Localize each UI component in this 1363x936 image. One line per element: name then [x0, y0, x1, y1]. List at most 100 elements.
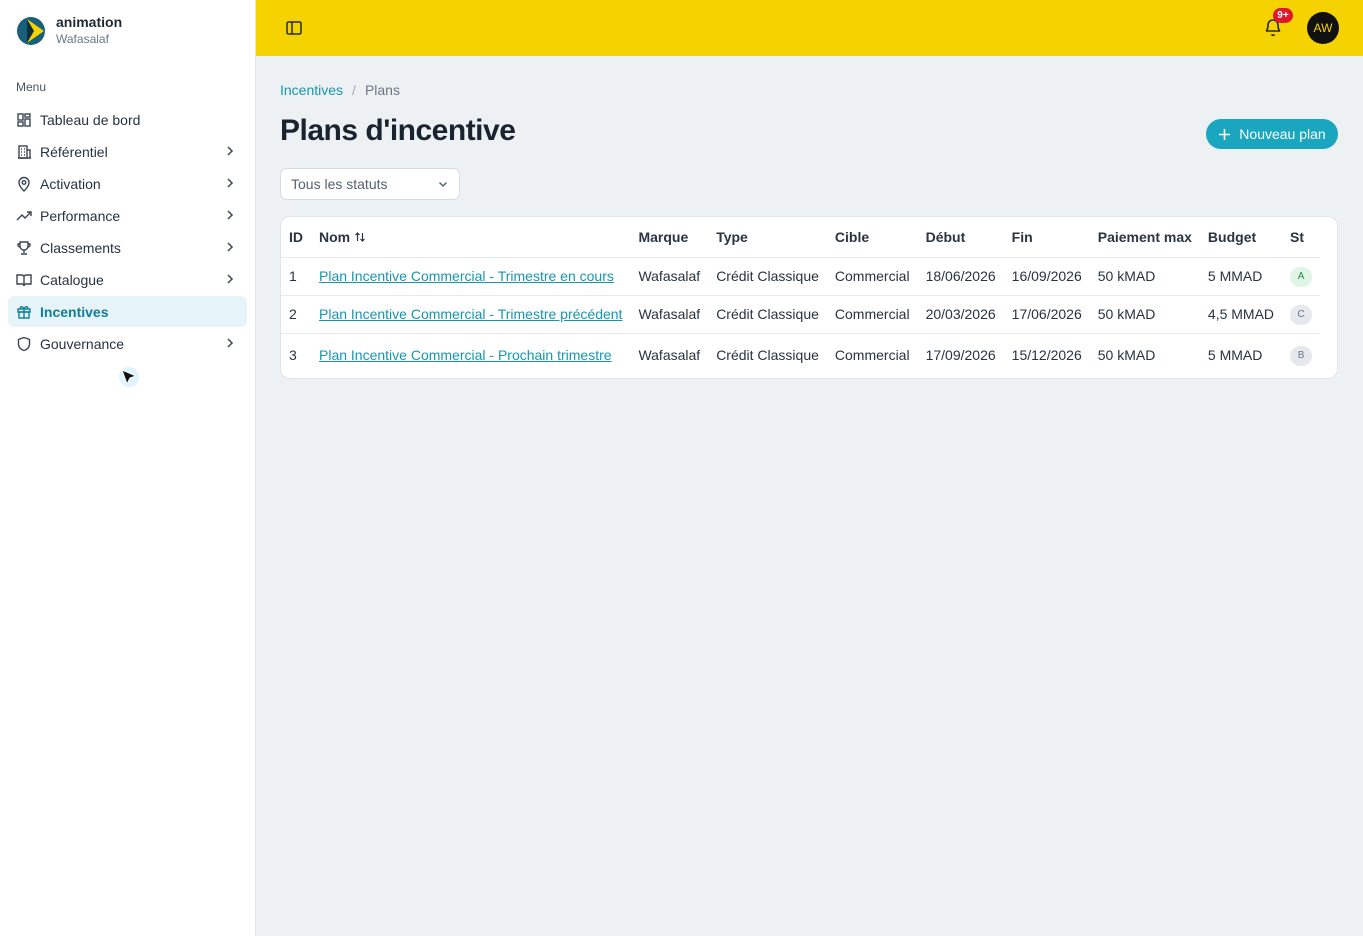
cell-fin: 17/06/2026: [1003, 294, 1090, 333]
cell-nom: Plan Incentive Commercial - Trimestre pr…: [311, 294, 631, 333]
column-header-nom[interactable]: Nom: [311, 217, 630, 257]
status-filter-value: Tous les statuts: [291, 176, 388, 192]
sidebar-item-label: Catalogue: [40, 271, 104, 288]
plan-link[interactable]: Plan Incentive Commercial - Prochain tri…: [319, 347, 612, 363]
cell-nom: Plan Incentive Commercial - Prochain tri…: [311, 332, 631, 377]
dashboard-icon: [16, 112, 32, 128]
column-header-statut: St: [1290, 228, 1305, 245]
topbar: 9+ AW: [256, 0, 1363, 56]
sidebar-item-catalogue[interactable]: Catalogue: [8, 264, 247, 295]
table-header-row: ID Nom Marque Type Cible Début Fin Paiem…: [281, 217, 1320, 257]
trophy-icon: [16, 240, 32, 256]
breadcrumb-link-incentives[interactable]: Incentives: [280, 82, 343, 98]
sidebar-item-gouvernance[interactable]: Gouvernance: [8, 328, 247, 359]
cell-fin: 15/12/2026: [1003, 332, 1090, 377]
breadcrumb: Incentives / Plans: [280, 82, 400, 98]
sidebar-item-label: Référentiel: [40, 143, 108, 160]
cell-type: Crédit Classique: [708, 294, 827, 333]
table-row: 3 Plan Incentive Commercial - Prochain t…: [281, 332, 1321, 377]
brand-name: animation: [56, 14, 123, 30]
table-row: 1 Plan Incentive Commercial - Trimestre …: [281, 256, 1321, 295]
page-title: Plans d'incentive: [280, 114, 516, 147]
cell-marque: Wafasalaf: [630, 256, 709, 295]
sidebar-item-label: Classements: [40, 239, 121, 256]
sidebar-item-label: Gouvernance: [40, 335, 125, 352]
sidebar-item-tableau-de-bord[interactable]: Tableau de bord: [8, 104, 247, 135]
status-badge: A: [1290, 266, 1313, 287]
chevron-right-icon: [227, 146, 234, 156]
brand-org: Wafasalaf: [56, 32, 109, 46]
cell-paiement-max: 50 kMAD: [1089, 332, 1200, 377]
menu-heading: Menu: [16, 80, 47, 94]
cell-cible: Commercial: [826, 294, 918, 333]
column-header-cible: Cible: [834, 228, 870, 245]
column-header-marque: Marque: [638, 228, 689, 245]
avatar[interactable]: AW: [1307, 12, 1339, 44]
cell-fin: 16/09/2026: [1003, 256, 1090, 295]
sidebar-item-classements[interactable]: Classements: [8, 232, 247, 263]
plans-table-container[interactable]: ID Nom Marque Type Cible Début Fin Paiem…: [280, 216, 1338, 379]
table-row: 2 Plan Incentive Commercial - Trimestre …: [281, 294, 1321, 333]
brand[interactable]: animation Wafasalaf: [16, 14, 122, 47]
cell-statut: A: [1282, 256, 1321, 295]
column-header-fin: Fin: [1011, 228, 1033, 245]
cell-budget: 4,5 MMAD: [1199, 294, 1283, 333]
column-header-nom-label: Nom: [319, 228, 351, 245]
chevron-right-icon: [227, 338, 234, 348]
status-filter-select[interactable]: Tous les statuts: [280, 168, 460, 200]
plan-link[interactable]: Plan Incentive Commercial - Trimestre en…: [319, 268, 614, 284]
breadcrumb-current: Plans: [364, 82, 400, 98]
trending-up-icon: [16, 208, 32, 224]
plans-table: ID Nom Marque Type Cible Début Fin Paiem…: [281, 217, 1321, 377]
cell-type: Crédit Classique: [708, 332, 827, 377]
cell-cible: Commercial: [826, 332, 918, 377]
cell-paiement-max: 50 kMAD: [1089, 256, 1200, 295]
column-header-paiement-max: Paiement max: [1097, 228, 1192, 245]
gift-icon: [16, 304, 32, 320]
new-plan-button[interactable]: Nouveau plan: [1206, 119, 1338, 149]
cell-debut: 20/03/2026: [917, 294, 1004, 333]
sidebar-nav: Tableau de bord Référentiel Activation P…: [8, 104, 247, 360]
cell-budget: 5 MMAD: [1199, 256, 1283, 295]
brand-logo-icon: [17, 16, 45, 45]
sidebar-item-label: Performance: [40, 207, 121, 224]
sort-icon[interactable]: [354, 231, 366, 243]
status-badge: B: [1290, 345, 1313, 366]
column-header-budget: Budget: [1207, 228, 1257, 245]
cell-budget: 5 MMAD: [1199, 332, 1283, 377]
building-icon: [16, 144, 32, 160]
sidebar-item-activation[interactable]: Activation: [8, 168, 247, 199]
sidebar-item-incentives[interactable]: Incentives: [8, 296, 247, 327]
chevron-down-icon: [439, 182, 447, 187]
chevron-right-icon: [227, 210, 234, 220]
column-header-id: ID: [289, 228, 303, 245]
cell-paiement-max: 50 kMAD: [1089, 294, 1200, 333]
status-badge: C: [1290, 304, 1313, 325]
plus-icon: [1219, 128, 1231, 140]
cell-type: Crédit Classique: [708, 256, 827, 295]
column-header-debut: Début: [925, 228, 966, 245]
chevron-right-icon: [227, 242, 234, 252]
book-open-icon: [16, 272, 32, 288]
chevron-right-icon: [227, 178, 234, 188]
notification-badge: 9+: [1273, 8, 1293, 23]
sidebar-item-label: Activation: [40, 175, 101, 192]
map-pin-icon: [16, 176, 32, 192]
cell-nom: Plan Incentive Commercial - Trimestre en…: [311, 256, 631, 295]
sidebar-item-referentiel[interactable]: Référentiel: [8, 136, 247, 167]
sidebar-item-label: Incentives: [40, 303, 109, 320]
cell-marque: Wafasalaf: [630, 332, 709, 377]
cell-marque: Wafasalaf: [630, 294, 709, 333]
plan-link[interactable]: Plan Incentive Commercial - Trimestre pr…: [319, 306, 622, 322]
cell-id: 2: [281, 294, 311, 333]
cell-debut: 17/09/2026: [917, 332, 1004, 377]
sidebar-item-label: Tableau de bord: [40, 111, 141, 128]
cell-id: 3: [281, 332, 311, 377]
sidebar-item-performance[interactable]: Performance: [8, 200, 247, 231]
column-header-type: Type: [716, 228, 748, 245]
new-plan-button-label: Nouveau plan: [1239, 126, 1326, 142]
sidebar-toggle-icon[interactable]: [284, 18, 304, 38]
main-content: Incentives / Plans Plans d'incentive Nou…: [256, 56, 1363, 936]
cell-statut: B: [1282, 332, 1321, 377]
sidebar: animation Wafasalaf Menu Tableau de bord…: [0, 0, 256, 936]
